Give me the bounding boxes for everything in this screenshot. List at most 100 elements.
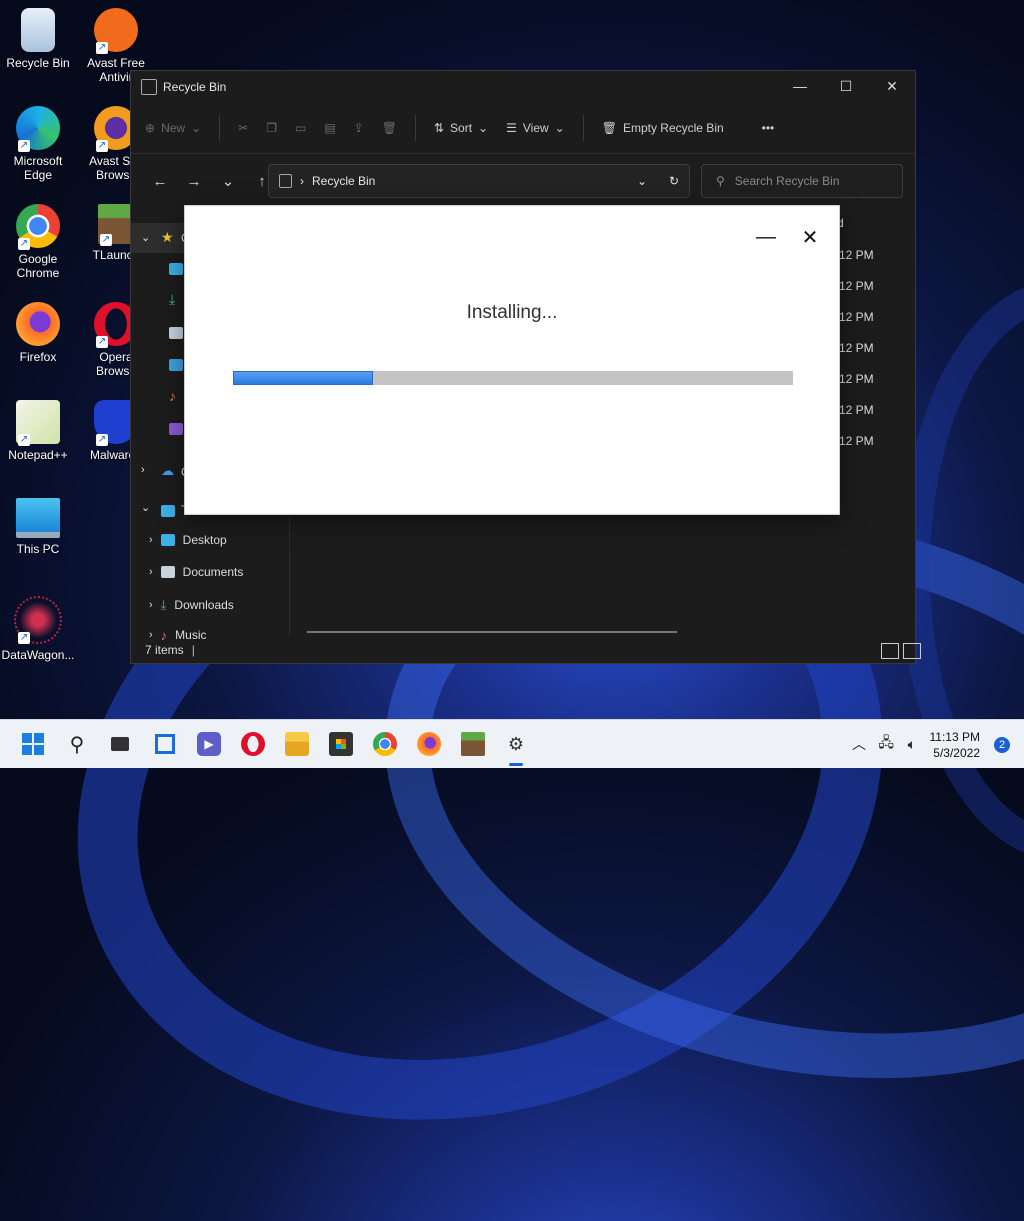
- nav-item-downloads[interactable]: › ⤓ Downloads: [149, 597, 234, 613]
- rename-icon: ▤: [324, 121, 336, 135]
- installer-close-button[interactable]: ✕: [797, 224, 823, 250]
- desktop-icon-label: Notepad++: [8, 448, 68, 462]
- breadcrumb-separator: ›: [300, 174, 304, 188]
- chevron-down-icon[interactable]: ⌄: [141, 501, 150, 514]
- desktop-icon-label: Microsoft Edge: [13, 154, 63, 182]
- clock[interactable]: 11:13 PM 5/3/2022: [930, 729, 980, 761]
- paste-button[interactable]: ▭: [295, 121, 306, 135]
- rename-button[interactable]: ▤: [324, 121, 335, 135]
- task-view-button[interactable]: [108, 732, 132, 756]
- chevron-right-icon[interactable]: ›: [141, 464, 145, 476]
- nav-item-desktop[interactable]: › Desktop: [149, 533, 227, 547]
- view-lines-icon: ☰: [506, 121, 517, 135]
- taskbar-chrome[interactable]: [373, 732, 397, 756]
- desktop-icon-label: Google Chrome: [16, 252, 60, 280]
- forward-button[interactable]: →: [177, 173, 211, 190]
- row-time: 12 PM: [839, 341, 874, 355]
- search-icon: ⚲: [69, 733, 85, 756]
- delete-button[interactable]: 🗑︎: [382, 121, 397, 135]
- show-hidden-icons-button[interactable]: ︿: [852, 720, 866, 768]
- back-button[interactable]: ←: [143, 173, 177, 190]
- share-button[interactable]: ⇪: [354, 121, 364, 135]
- empty-recycle-bin-button[interactable]: 🗑︎ Empty Recycle Bin: [602, 121, 724, 135]
- documents-icon[interactable]: [169, 327, 183, 339]
- taskbar-firefox[interactable]: [417, 732, 441, 756]
- install-progress-fill: [233, 371, 373, 385]
- arrow-right-icon: →: [186, 172, 202, 190]
- taskbar-installer[interactable]: ⚙: [504, 732, 528, 756]
- teams-chat-icon: ▶: [204, 737, 214, 751]
- desktop-icon-recycle-bin[interactable]: Recycle Bin: [0, 8, 76, 70]
- desktop-icon-chrome[interactable]: ↗ Google Chrome: [0, 204, 76, 280]
- row-time: 12 PM: [839, 310, 874, 324]
- sort-button[interactable]: ⇅ Sort ⌄: [434, 121, 488, 135]
- recent-locations-button[interactable]: ⌄: [211, 172, 245, 190]
- search-box[interactable]: ⚲ Search Recycle Bin: [701, 164, 903, 198]
- tiles-view-button[interactable]: [903, 643, 921, 659]
- datawagon-icon: ↗: [14, 596, 62, 644]
- copy-button[interactable]: ❐: [266, 121, 277, 135]
- chrome-icon: ↗: [16, 204, 60, 250]
- cut-button[interactable]: ✂: [238, 121, 248, 135]
- nav-item-documents[interactable]: › Documents: [149, 565, 243, 579]
- chat-button[interactable]: ▶: [197, 732, 221, 756]
- star-icon: ★: [161, 229, 174, 245]
- minimize-button[interactable]: —: [777, 71, 823, 101]
- start-button[interactable]: [21, 732, 45, 756]
- chevron-down-icon: ⌄: [554, 121, 565, 135]
- maximize-button[interactable]: ☐: [823, 71, 869, 101]
- status-divider: |: [191, 643, 195, 657]
- close-icon: ✕: [801, 226, 819, 249]
- clipboard-icon: ▭: [294, 121, 307, 135]
- breadcrumb-recycle-bin[interactable]: Recycle Bin: [312, 174, 375, 188]
- videos-icon[interactable]: [169, 423, 183, 435]
- this-pc-icon[interactable]: [161, 505, 175, 517]
- installer-minimize-button[interactable]: —: [753, 224, 779, 250]
- search-button[interactable]: ⚲: [65, 732, 89, 756]
- taskbar-opera[interactable]: [241, 732, 265, 756]
- tlauncher-icon: ↗: [98, 204, 134, 246]
- volume-button[interactable]: 🔈︎: [908, 720, 916, 768]
- active-app-indicator: [509, 763, 523, 766]
- widgets-button[interactable]: [153, 732, 177, 756]
- desktop-icon-notepadpp[interactable]: ↗ Notepad++: [0, 400, 76, 462]
- search-placeholder: Search Recycle Bin: [734, 174, 840, 188]
- horizontal-scrollbar[interactable]: [307, 631, 677, 633]
- desktop-icon-datawagon[interactable]: ↗ DataWagon...: [0, 596, 76, 662]
- chevron-down-icon: ⌄: [191, 121, 202, 135]
- more-options-button[interactable]: •••: [762, 121, 775, 135]
- download-icon[interactable]: ⤓: [169, 291, 175, 308]
- taskbar: ⚲ ▶ ⚙ ︿ 🖧︎ 🔈︎ 11:13 PM 5/3/2022 2: [0, 719, 1024, 768]
- desktop-icon-this-pc[interactable]: This PC: [0, 498, 76, 556]
- view-button[interactable]: ☰ View ⌄: [506, 121, 565, 135]
- notification-badge[interactable]: 2: [994, 737, 1010, 753]
- chevron-down-icon[interactable]: ⌄: [637, 174, 647, 188]
- status-bar: 7 items |: [131, 637, 929, 663]
- taskbar-file-explorer[interactable]: [285, 732, 309, 756]
- windows-logo-icon: [22, 733, 44, 755]
- speaker-icon: 🔈︎: [907, 735, 916, 752]
- close-button[interactable]: ✕: [869, 71, 915, 101]
- taskbar-store[interactable]: [329, 732, 353, 756]
- chevron-right-icon: ›: [149, 534, 153, 546]
- desktop-folder-icon[interactable]: [169, 263, 183, 275]
- desktop-icon-label: This PC: [16, 542, 60, 556]
- refresh-icon[interactable]: ↻: [669, 174, 679, 188]
- desktop-icon-edge[interactable]: ↗ Microsoft Edge: [0, 106, 76, 182]
- toolbar-divider: [582, 115, 584, 141]
- pictures-icon[interactable]: [169, 359, 183, 371]
- music-icon[interactable]: ♪: [169, 388, 176, 404]
- row-time: 12 PM: [839, 279, 874, 293]
- details-view-button[interactable]: [881, 643, 899, 659]
- desktop-icon-firefox[interactable]: Firefox: [0, 302, 76, 364]
- explorer-titlebar[interactable]: Recycle Bin — ☐ ✕: [131, 71, 915, 103]
- address-bar[interactable]: › Recycle Bin ⌄ ↻: [268, 164, 690, 198]
- taskbar-tlauncher[interactable]: [461, 732, 485, 756]
- installer-icon: ⚙: [507, 733, 525, 754]
- arrow-up-icon: ↑: [258, 172, 266, 190]
- network-button[interactable]: 🖧︎: [878, 720, 894, 768]
- install-progress-bar: [233, 371, 793, 385]
- onedrive-icon[interactable]: ☁: [161, 463, 174, 479]
- sort-icon: ⇅: [433, 121, 445, 135]
- new-button[interactable]: ⊕ New ⌄: [145, 121, 201, 135]
